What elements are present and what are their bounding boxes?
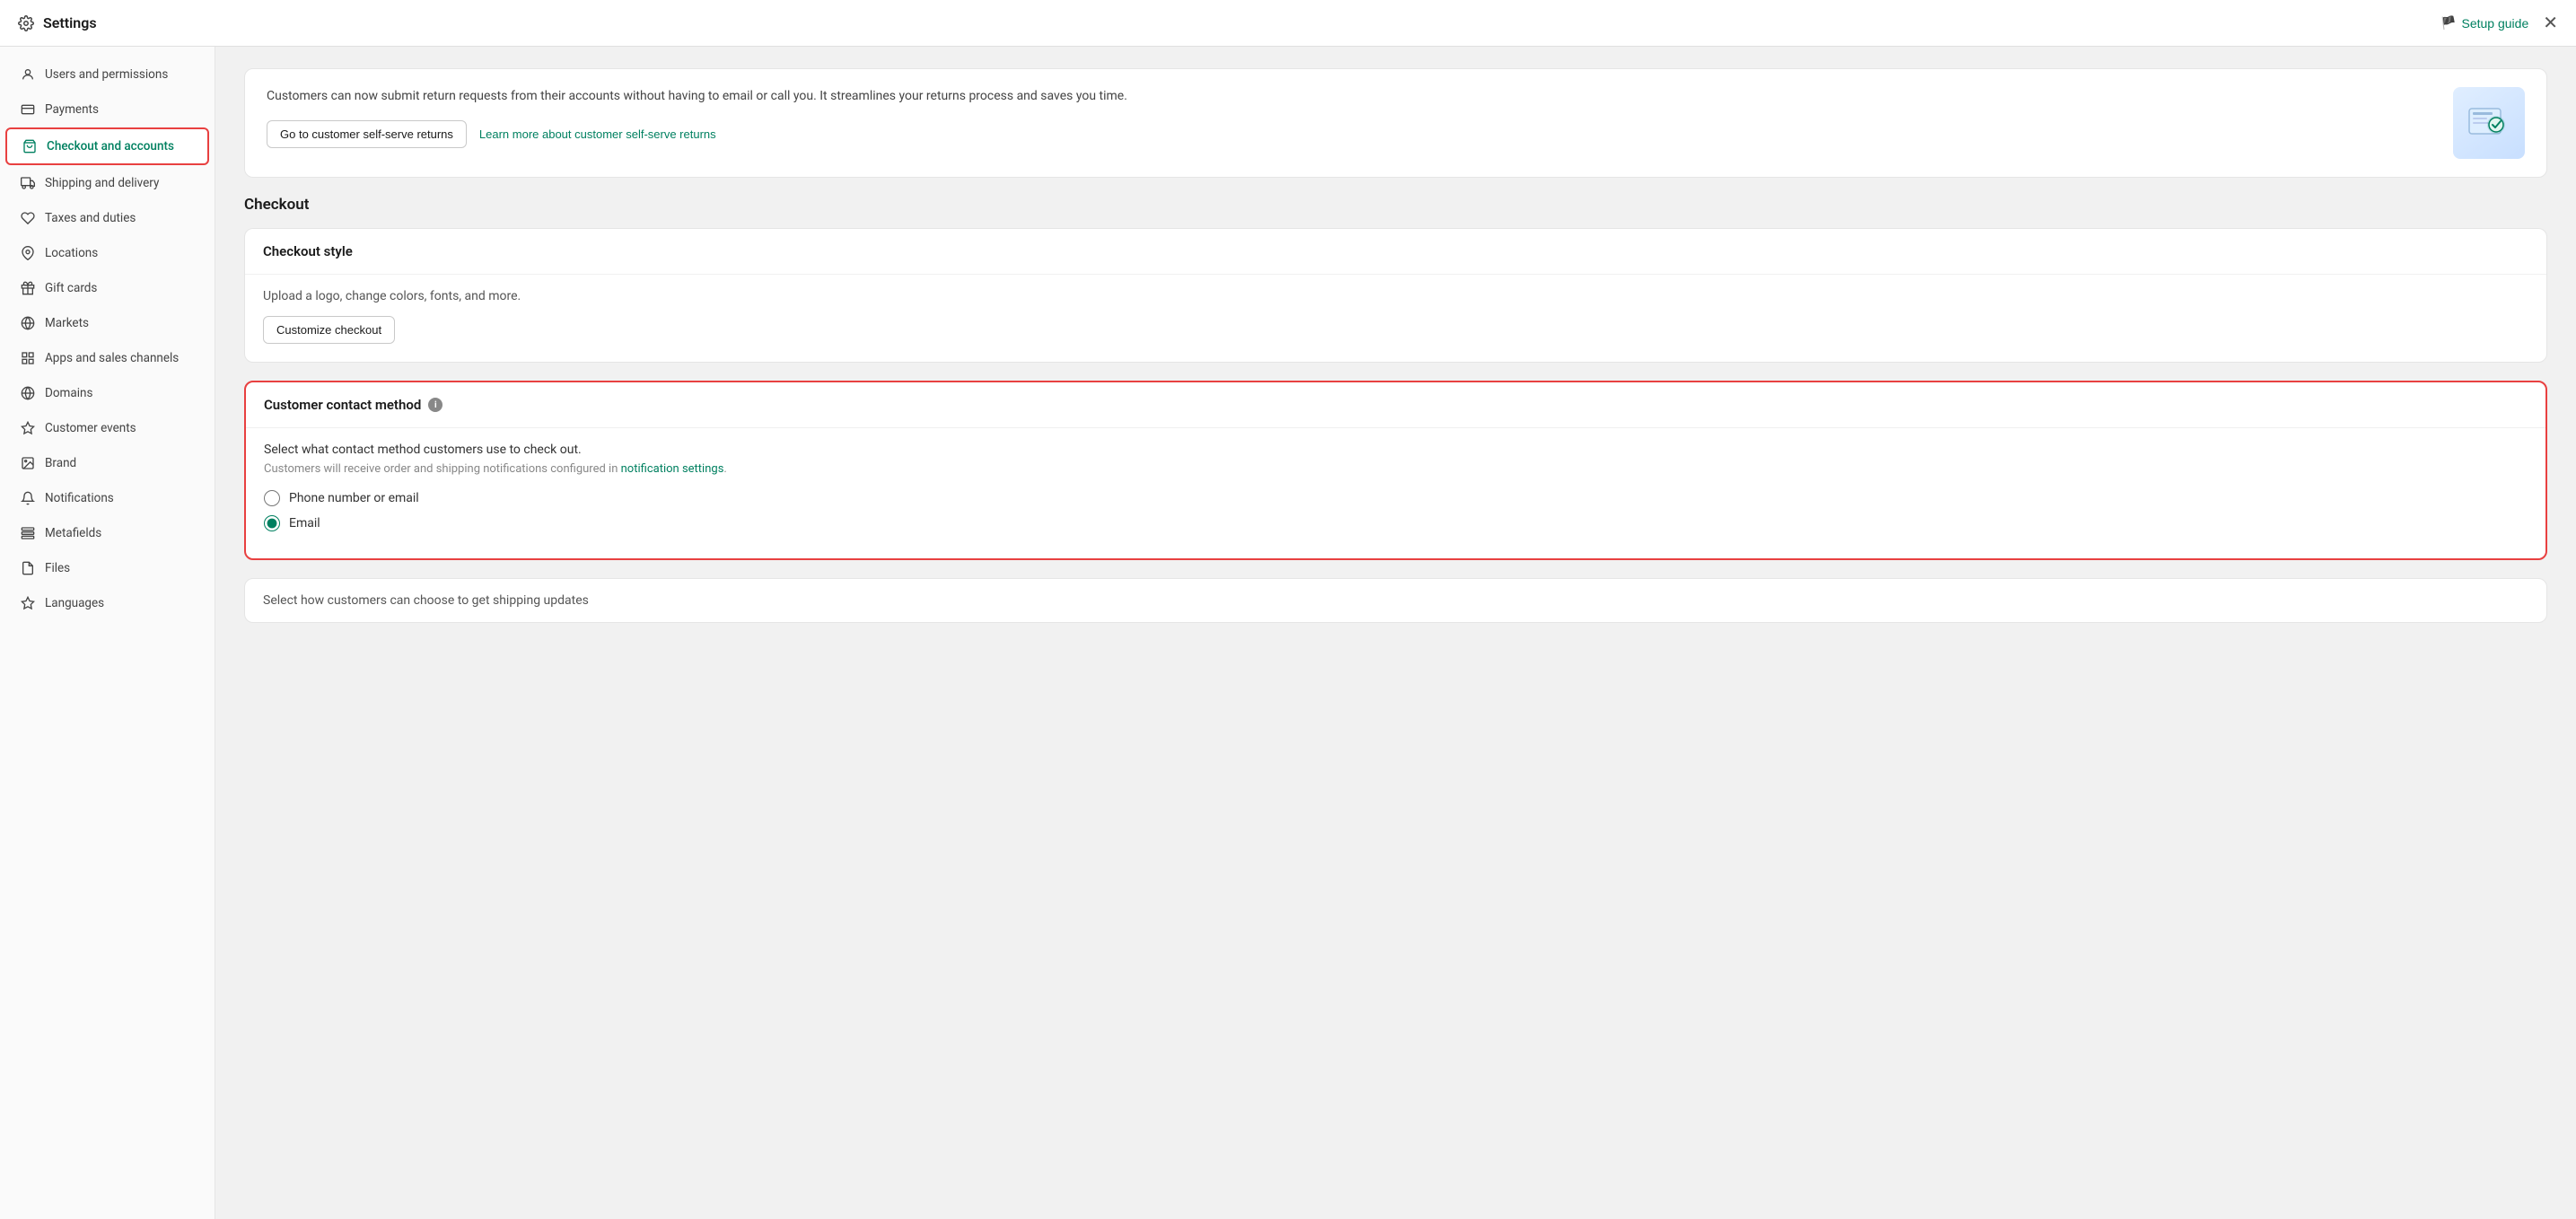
sidebar-label: Customer events	[45, 421, 136, 435]
sidebar-label: Brand	[45, 456, 76, 470]
contact-method-description: Select what contact method customers use…	[264, 443, 2528, 457]
self-serve-returns-button[interactable]: Go to customer self-serve returns	[267, 120, 467, 148]
main-content: Customers can now submit return requests…	[215, 47, 2576, 1219]
page-title: Settings	[43, 14, 97, 31]
flag-icon: 🏴	[2440, 15, 2456, 31]
app-layout: Users and permissions Payments Checkout …	[0, 47, 2576, 1219]
contact-method-header: Customer contact method i	[246, 382, 2545, 428]
returns-card-inner: Customers can now submit return requests…	[245, 69, 2546, 177]
sidebar-label: Apps and sales channels	[45, 351, 179, 365]
sidebar-item-checkout[interactable]: Checkout and accounts	[5, 127, 209, 165]
sidebar-item-users[interactable]: Users and permissions	[5, 57, 209, 92]
section-title: Checkout	[244, 196, 2547, 214]
learn-more-returns-link[interactable]: Learn more about customer self-serve ret…	[479, 127, 716, 141]
metafields-icon	[20, 525, 36, 541]
sidebar-item-markets[interactable]: Markets	[5, 306, 209, 340]
returns-card-content: Customers can now submit return requests…	[267, 87, 2439, 148]
sidebar-label: Taxes and duties	[45, 211, 136, 225]
sidebar-item-metafields[interactable]: Metafields	[5, 516, 209, 550]
sidebar-item-taxes[interactable]: Taxes and duties	[5, 201, 209, 235]
radio-phone-email-input[interactable]	[264, 490, 280, 506]
notification-settings-link[interactable]: notification settings	[621, 462, 724, 476]
brand-icon	[20, 455, 36, 471]
returns-card-actions: Go to customer self-serve returns Learn …	[267, 120, 2439, 148]
returns-thumbnail	[2453, 87, 2525, 159]
returns-card: Customers can now submit return requests…	[244, 68, 2547, 178]
users-icon	[20, 66, 36, 83]
notifications-icon	[20, 490, 36, 506]
page-header: Settings 🏴 Setup guide ✕	[0, 0, 2576, 47]
sidebar-item-brand[interactable]: Brand	[5, 446, 209, 480]
checkout-icon	[22, 138, 38, 154]
sidebar-label: Payments	[45, 102, 99, 117]
sidebar-label: Gift cards	[45, 281, 97, 295]
sidebar-label: Shipping and delivery	[45, 176, 159, 190]
setup-guide-button[interactable]: 🏴 Setup guide	[2440, 15, 2528, 31]
radio-email-label: Email	[289, 516, 320, 531]
sidebar-label: Users and permissions	[45, 67, 168, 82]
sidebar-item-customer-events[interactable]: Customer events	[5, 411, 209, 445]
sidebar-label: Checkout and accounts	[47, 139, 174, 153]
contact-note-prefix: Customers will receive order and shippin…	[264, 462, 621, 476]
locations-icon	[20, 245, 36, 261]
sidebar-item-giftcards[interactable]: Gift cards	[5, 271, 209, 305]
sidebar-label: Domains	[45, 386, 92, 400]
contact-method-body: Select what contact method customers use…	[246, 428, 2545, 558]
contact-method-title: Customer contact method	[264, 397, 421, 413]
contact-method-note: Customers will receive order and shippin…	[264, 462, 2528, 476]
checkout-style-body: Upload a logo, change colors, fonts, and…	[245, 275, 2546, 362]
sidebar-item-files[interactable]: Files	[5, 551, 209, 585]
apps-icon	[20, 350, 36, 366]
sidebar-label: Files	[45, 561, 70, 575]
sidebar-label: Metafields	[45, 526, 101, 540]
sidebar-item-locations[interactable]: Locations	[5, 236, 209, 270]
files-icon	[20, 560, 36, 576]
radio-phone-email[interactable]: Phone number or email	[264, 490, 2528, 506]
checkout-style-heading: Checkout style	[245, 229, 2546, 275]
sidebar-item-apps[interactable]: Apps and sales channels	[5, 341, 209, 375]
returns-card-text: Customers can now submit return requests…	[267, 87, 2439, 106]
header-left: Settings	[18, 14, 97, 31]
taxes-icon	[20, 210, 36, 226]
sidebar-label: Markets	[45, 316, 89, 330]
shipping-icon	[20, 175, 36, 191]
close-button[interactable]: ✕	[2543, 14, 2558, 32]
footer-card: Select how customers can choose to get s…	[244, 578, 2547, 623]
giftcards-icon	[20, 280, 36, 296]
footer-card-text: Select how customers can choose to get s…	[263, 593, 2528, 608]
header-right: 🏴 Setup guide ✕	[2440, 14, 2558, 32]
setup-guide-label: Setup guide	[2462, 16, 2529, 31]
close-icon: ✕	[2543, 13, 2558, 33]
checkout-style-description: Upload a logo, change colors, fonts, and…	[263, 289, 2528, 303]
payments-icon	[20, 101, 36, 118]
gear-icon	[18, 15, 34, 31]
radio-email-input[interactable]	[264, 515, 280, 531]
sidebar-item-shipping[interactable]: Shipping and delivery	[5, 166, 209, 200]
sidebar-label: Locations	[45, 246, 98, 260]
sidebar-item-languages[interactable]: Languages	[5, 586, 209, 620]
domains-icon	[20, 385, 36, 401]
sidebar: Users and permissions Payments Checkout …	[0, 47, 215, 1219]
sidebar-label: Notifications	[45, 491, 114, 505]
customer-events-icon	[20, 420, 36, 436]
contact-note-suffix: .	[723, 462, 726, 476]
info-icon[interactable]: i	[428, 398, 442, 412]
languages-icon	[20, 595, 36, 611]
checkout-style-card: Checkout style Upload a logo, change col…	[244, 228, 2547, 363]
radio-email[interactable]: Email	[264, 515, 2528, 531]
sidebar-item-payments[interactable]: Payments	[5, 92, 209, 127]
sidebar-item-domains[interactable]: Domains	[5, 376, 209, 410]
contact-method-card: Customer contact method i Select what co…	[244, 381, 2547, 560]
sidebar-item-notifications[interactable]: Notifications	[5, 481, 209, 515]
customize-checkout-button[interactable]: Customize checkout	[263, 316, 395, 344]
sidebar-label: Languages	[45, 596, 104, 610]
markets-icon	[20, 315, 36, 331]
radio-phone-email-label: Phone number or email	[289, 491, 419, 505]
